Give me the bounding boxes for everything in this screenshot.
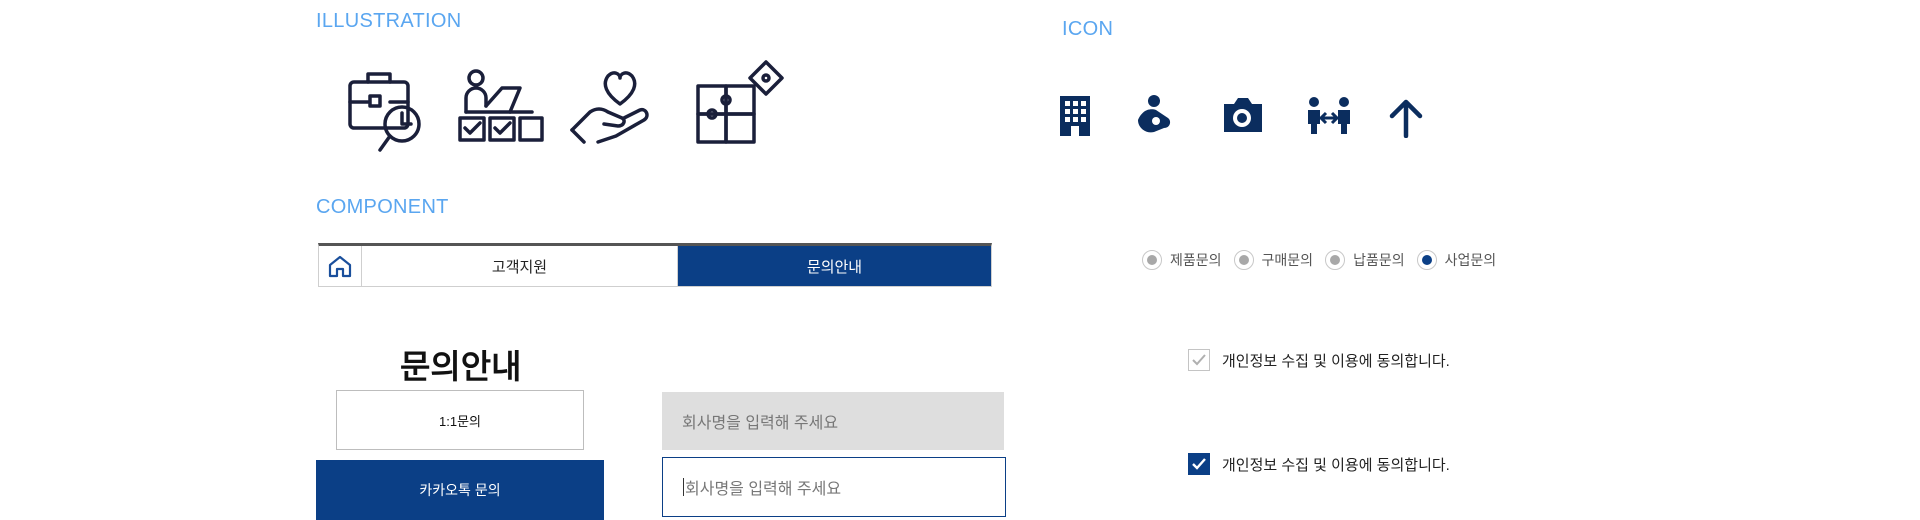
- icon-section-title: ICON: [1062, 18, 1114, 40]
- check-icon: [1192, 458, 1206, 470]
- puzzle-icon: [690, 56, 786, 157]
- breadcrumb: 고객지원 문의안내: [318, 243, 992, 287]
- consent-label: 개인정보 수집 및 이용에 동의합니다.: [1222, 456, 1450, 474]
- radio-label: 사업문의: [1444, 252, 1497, 268]
- radio-label: 제품문의: [1170, 252, 1222, 268]
- consent-row-unchecked[interactable]: 개인정보 수집 및 이용에 동의합니다.: [1188, 349, 1450, 371]
- radio-business-inquiry[interactable]: 사업문의: [1416, 250, 1497, 270]
- radio-button[interactable]: [1142, 250, 1162, 270]
- radio-button[interactable]: [1325, 250, 1346, 270]
- illustration-section-title: ILLUSTRATION: [316, 10, 462, 32]
- people-exchange-icon: [1306, 96, 1352, 141]
- radio-label: 구매문의: [1261, 252, 1314, 268]
- person-care-icon: [1134, 94, 1174, 141]
- arrow-up-icon: [1388, 98, 1424, 143]
- page-title: 문의안내: [400, 348, 522, 385]
- company-name-input[interactable]: 회사명을 입력해 주세요: [662, 392, 1004, 450]
- breadcrumb-item-support[interactable]: 고객지원: [362, 246, 678, 286]
- radio-button-selected[interactable]: [1416, 250, 1437, 270]
- briefcase-search-icon: [344, 66, 436, 163]
- home-icon: [328, 255, 352, 278]
- consent-row-checked[interactable]: 개인정보 수집 및 이용에 동의합니다.: [1188, 453, 1450, 475]
- consent-checkbox-checked[interactable]: [1188, 453, 1210, 475]
- one-to-one-inquiry-button[interactable]: 1:1문의: [336, 390, 584, 450]
- hand-heart-icon: [568, 62, 658, 157]
- consent-checkbox-unchecked[interactable]: [1188, 349, 1210, 371]
- check-icon: [1192, 354, 1206, 366]
- radio-label: 납품문의: [1353, 252, 1405, 268]
- camera-icon: [1220, 96, 1264, 139]
- home-button[interactable]: [319, 246, 362, 286]
- building-icon: [1058, 94, 1092, 141]
- consent-label: 개인정보 수집 및 이용에 동의합니다.: [1222, 352, 1450, 370]
- radio-button[interactable]: [1233, 250, 1254, 270]
- radio-delivery-inquiry[interactable]: 납품문의: [1325, 250, 1405, 270]
- text-caret: [683, 478, 684, 496]
- component-section-title: COMPONENT: [316, 196, 449, 218]
- breadcrumb-item-inquiry[interactable]: 문의안내: [678, 246, 991, 286]
- inquiry-type-radio-group: 제품문의 구매문의 납품문의 사업문의: [1142, 250, 1496, 270]
- company-name-focused-placeholder: 회사명을 입력해 주세요: [685, 481, 842, 498]
- person-checklist-icon: [456, 66, 546, 161]
- radio-purchase-inquiry[interactable]: 구매문의: [1233, 250, 1314, 270]
- radio-product-inquiry[interactable]: 제품문의: [1142, 250, 1222, 270]
- company-name-input-focused[interactable]: 회사명을 입력해 주세요: [662, 457, 1006, 517]
- kakao-inquiry-button[interactable]: 카카오톡 문의: [316, 460, 604, 520]
